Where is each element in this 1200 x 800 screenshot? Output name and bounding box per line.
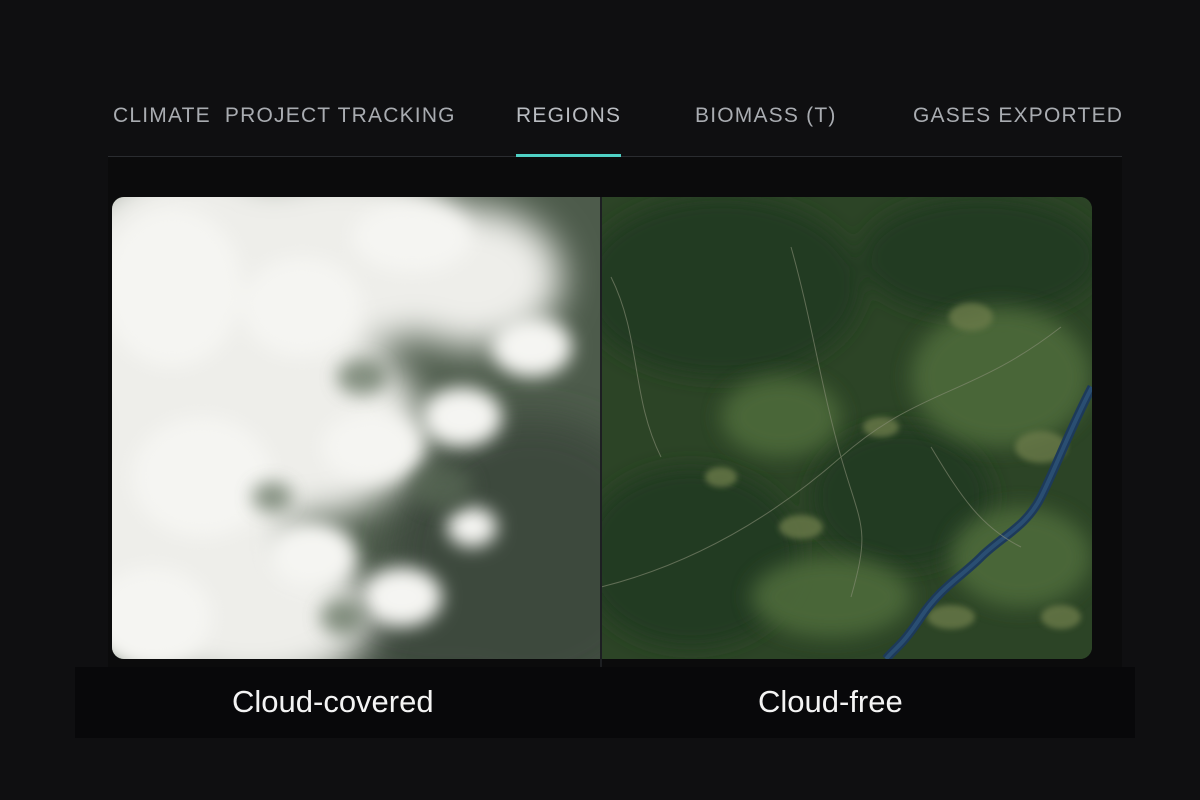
tab-climate-project-tracking[interactable]: CLIMATE PROJECT TRACKING (113, 102, 456, 154)
tab-bar: CLIMATE PROJECT TRACKING REGIONS BIOMASS… (108, 94, 1122, 157)
comparison-divider[interactable] (600, 197, 602, 738)
tab-biomass[interactable]: BIOMASS (T) (695, 102, 837, 154)
cloud-free-caption: Cloud-free (758, 684, 903, 719)
cloud-covered-caption: Cloud-covered (232, 684, 434, 719)
tab-regions[interactable]: REGIONS (516, 102, 622, 157)
tab-gases-exported[interactable]: GASES EXPORTED (913, 102, 1123, 154)
cloud-covered-image (112, 197, 600, 659)
cloud-free-image (601, 197, 1092, 659)
image-comparison (112, 197, 1092, 659)
